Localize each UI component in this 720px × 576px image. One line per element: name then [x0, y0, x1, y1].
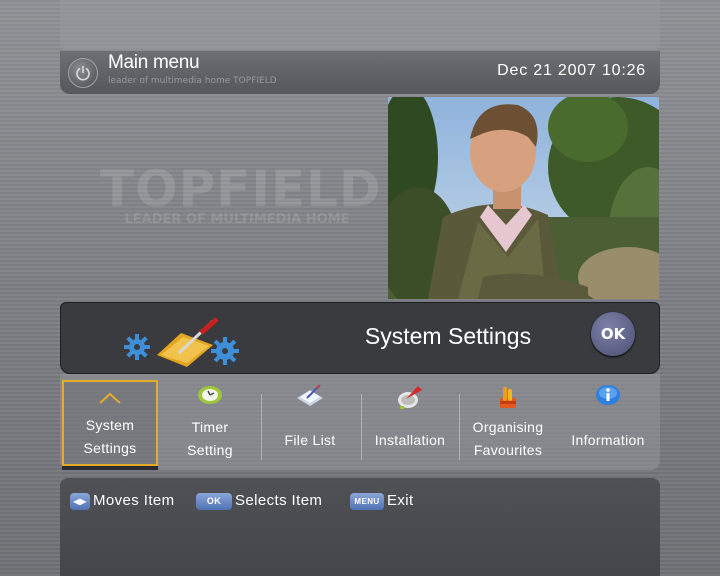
help-exit: MENU Exit: [350, 492, 414, 510]
power-icon: [68, 58, 98, 88]
favourites-icon: [495, 384, 521, 414]
ok-button[interactable]: OK: [591, 312, 635, 356]
help-exit-label: Exit: [387, 492, 414, 509]
menu-item-organising-favourites[interactable]: Organising Favourites: [460, 380, 556, 466]
ok-key-icon: OK: [196, 492, 232, 510]
date-time: Dec 21 2007 10:26: [497, 62, 646, 79]
selected-item-title: System Settings: [364, 323, 532, 349]
menu-item-label: Timer Setting: [187, 419, 233, 458]
menu-key-icon: MENU: [350, 492, 384, 510]
menu-item-label: Installation: [374, 432, 446, 448]
satellite-dish-icon: [396, 384, 424, 414]
help-select-label: Selects Item: [235, 492, 323, 509]
menu-item-information[interactable]: Information: [560, 380, 656, 466]
watermark-logo: TOPFIELD: [100, 160, 382, 218]
watermark-tagline: LEADER OF MULTIMEDIA HOME: [124, 212, 350, 227]
info-icon: [595, 384, 621, 410]
page-subtitle: leader of multimedia home TOPFIELD: [108, 76, 277, 86]
system-settings-icon: [121, 311, 251, 367]
chevron-up-icon: [98, 390, 122, 409]
main-menu-bar: System Settings Timer Setting File List …: [60, 374, 660, 470]
top-band: [60, 0, 660, 50]
selection-bar: System Settings OK: [60, 302, 660, 374]
page-title: Main menu: [108, 52, 200, 73]
help-move: ◀▶ Moves Item: [70, 492, 175, 510]
help-select: OK Selects Item: [196, 492, 322, 510]
menu-item-system-settings[interactable]: System Settings: [62, 380, 158, 470]
file-list-icon: [295, 384, 325, 412]
left-right-key-icon: ◀▶: [70, 492, 90, 510]
header-bar: Main menu leader of multimedia home TOPF…: [60, 50, 660, 94]
menu-item-label: File List: [284, 432, 336, 448]
menu-item-label: System Settings: [83, 417, 137, 456]
menu-item-label: Organising Favourites: [472, 419, 544, 458]
help-move-label: Moves Item: [93, 492, 175, 509]
help-panel: ◀▶ Moves Item OK Selects Item MENU Exit: [60, 478, 660, 576]
clock-icon: [197, 384, 223, 410]
menu-item-installation[interactable]: Installation: [362, 380, 458, 466]
menu-item-timer-setting[interactable]: Timer Setting: [162, 380, 258, 466]
menu-item-label: Information: [571, 432, 645, 448]
menu-item-file-list[interactable]: File List: [262, 380, 358, 466]
video-preview: [388, 97, 659, 299]
